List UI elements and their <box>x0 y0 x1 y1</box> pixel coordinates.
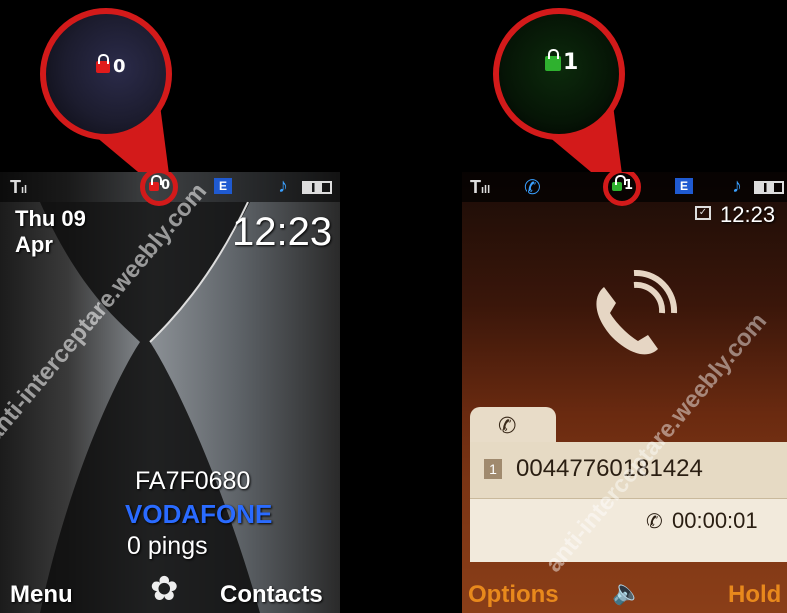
hold-softkey[interactable]: Hold <box>728 581 781 609</box>
left-zoom-lock-number: 0 <box>113 56 126 77</box>
duration-phone-icon: ✆ <box>646 511 663 533</box>
date-line1: Thu 09 <box>15 206 86 231</box>
right-zoom-lock-number: 1 <box>563 50 579 75</box>
options-softkey[interactable]: Options <box>468 581 559 609</box>
red-padlock-icon <box>96 54 110 73</box>
e-icon: E <box>214 178 232 194</box>
menu-softkey[interactable]: Menu <box>10 581 73 609</box>
call-duration: 00:00:01 <box>672 508 758 533</box>
left-zoom-bubble: 0 <box>40 8 172 140</box>
cipher-code: FA7F0680 <box>135 467 251 495</box>
operator-name: VODAFONE <box>125 499 273 529</box>
right-clock-time: 12:23 <box>720 202 776 227</box>
right-status-bar: Tıll ✆ 1 E ♪ <box>462 172 787 206</box>
music-note-icon: ♪ <box>278 175 288 197</box>
left-status-lock-number: 0 <box>161 178 171 193</box>
menu-flower-icon[interactable]: ✿ <box>150 569 179 609</box>
contacts-softkey[interactable]: Contacts <box>220 581 323 609</box>
music-note-icon: ♪ <box>732 175 742 197</box>
call-slot-badge: 1 <box>484 459 502 479</box>
battery-icon <box>302 181 332 194</box>
right-zoom-bubble: 1 <box>493 8 625 140</box>
battery-icon <box>754 181 784 194</box>
e-icon: E <box>675 178 693 194</box>
green-padlock-icon <box>545 49 561 71</box>
call-tab: ✆ <box>470 407 556 447</box>
clock-time: 12:23 <box>232 210 333 254</box>
call-tab-icon: ✆ <box>498 413 517 438</box>
signal-icon: Tıl <box>10 177 28 197</box>
red-padlock-icon <box>149 175 162 191</box>
signal-icon: Tıll <box>470 177 491 197</box>
phone-handset-icon: ✆ <box>524 177 541 199</box>
right-status-lock-number: 1 <box>624 178 634 193</box>
right-phone-screen: Tıll ✆ 1 E ♪ ✓ 12:23 ✆ 1 00447760181424 … <box>462 172 787 613</box>
active-call-icon <box>596 269 678 355</box>
green-padlock-icon <box>612 175 626 191</box>
alarm-icon: ✓ <box>695 206 711 220</box>
left-status-bar: Tıl 0 E ♪ <box>0 172 340 206</box>
speaker-icon[interactable]: 🔈 <box>612 578 642 607</box>
date-line2: Apr <box>15 232 53 257</box>
pings-count: 0 pings <box>127 532 208 560</box>
